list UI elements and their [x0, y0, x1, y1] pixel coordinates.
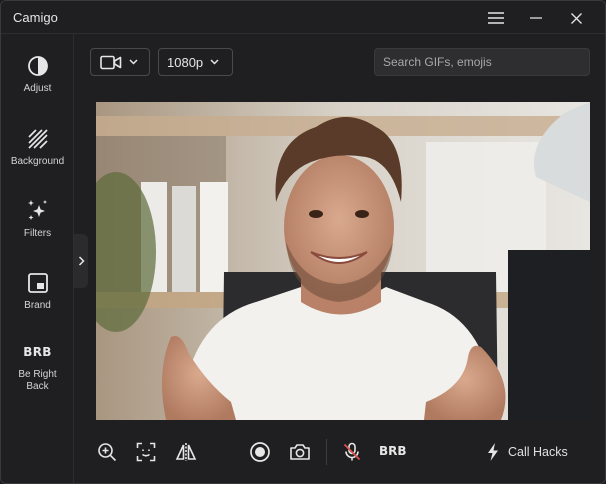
toolbar-divider [326, 439, 327, 465]
sidebar-item-label: Adjust [23, 83, 52, 94]
chevron-down-icon [129, 59, 138, 65]
sidebar-item-background[interactable]: Background [1, 127, 74, 168]
background-stripes-icon [26, 127, 50, 151]
search-input[interactable] [374, 48, 590, 76]
sparkles-icon [26, 199, 50, 223]
camera-preview [96, 102, 590, 420]
brb-icon: BRB [23, 340, 52, 364]
sidebar-item-brand[interactable]: Brand [1, 271, 74, 312]
camera-feed-image [96, 102, 590, 420]
call-hacks-label: Call Hacks [508, 445, 568, 459]
sidebar-collapse-toggle[interactable] [74, 234, 88, 288]
snapshot-camera-icon[interactable] [288, 440, 312, 464]
app-title: Camigo [13, 10, 58, 25]
sidebar-item-label: Background [10, 156, 65, 167]
record-icon[interactable] [248, 440, 272, 464]
close-icon[interactable] [565, 7, 587, 29]
sidebar: Adjust Background Filters Brand BRB Be R… [1, 34, 74, 483]
call-hacks-button[interactable]: Call Hacks [487, 441, 568, 463]
sidebar-item-label: Filters [23, 228, 52, 239]
sidebar-item-filters[interactable]: Filters [1, 199, 74, 240]
mirror-flip-icon[interactable] [174, 440, 198, 464]
resolution-select[interactable]: 1080p [158, 48, 233, 76]
title-bar: Camigo [1, 1, 605, 34]
brb-glyph: BRB [23, 345, 52, 359]
resolution-value: 1080p [167, 54, 204, 70]
contrast-icon [26, 54, 50, 78]
sidebar-item-be-right-back[interactable]: BRB Be Right Back [1, 340, 74, 393]
chevron-right-icon [78, 256, 85, 266]
sidebar-item-label: Be Right Back [18, 369, 57, 392]
app-window: Camigo Adjust Background Filters Brand B… [0, 0, 606, 484]
face-focus-icon[interactable] [134, 440, 158, 464]
minimize-icon[interactable] [525, 7, 547, 29]
brb-button[interactable]: BRB [379, 444, 407, 458]
mic-off-icon[interactable] [340, 440, 364, 464]
sidebar-item-adjust[interactable]: Adjust [1, 54, 74, 95]
sidebar-item-label: Brand [24, 300, 51, 311]
zoom-in-icon[interactable] [95, 440, 119, 464]
brand-frame-icon [26, 271, 50, 295]
chevron-down-icon [210, 59, 219, 65]
video-camera-icon [100, 55, 122, 69]
camera-select[interactable] [90, 48, 150, 76]
lightning-icon [488, 443, 498, 461]
menu-icon[interactable] [485, 7, 507, 29]
